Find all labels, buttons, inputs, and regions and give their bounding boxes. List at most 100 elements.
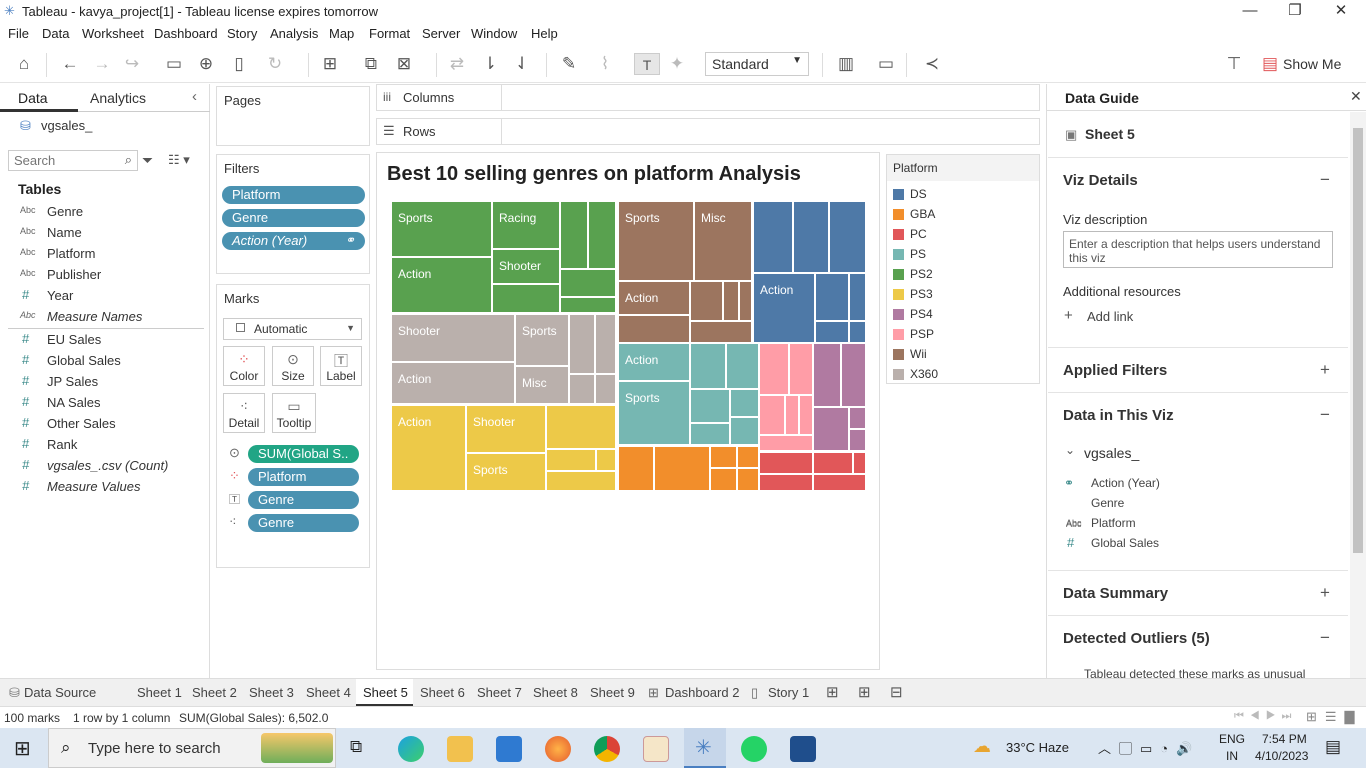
close-button[interactable]: ✕ xyxy=(1318,0,1364,23)
menu-format[interactable]: Format xyxy=(369,26,410,41)
treemap-cell[interactable] xyxy=(737,446,759,468)
size-button[interactable]: ⊙ Size xyxy=(272,346,314,386)
menu-file[interactable]: File xyxy=(8,26,29,41)
treemap-cell[interactable] xyxy=(618,315,690,343)
view-options-icon[interactable]: ☷ ▾ xyxy=(168,152,190,168)
filter-pill-action-year[interactable]: Action (Year) ⚭ xyxy=(222,232,365,250)
treemap-cell[interactable] xyxy=(560,269,616,297)
marks-pill-genre-label[interactable]: Genre xyxy=(248,491,359,509)
treemap-cell[interactable] xyxy=(690,343,726,389)
tab-sheet-6[interactable]: Sheet 6 xyxy=(420,685,465,700)
treemap-cell[interactable] xyxy=(546,405,616,449)
tooltip-button[interactable]: ▭ Tooltip xyxy=(272,393,316,433)
treemap-cell[interactable] xyxy=(730,417,759,445)
notifications-icon[interactable]: ▤ xyxy=(1325,737,1341,757)
file-explorer-icon[interactable] xyxy=(447,736,473,762)
filter-pill-platform[interactable]: Platform xyxy=(222,186,365,204)
treemap-cell[interactable] xyxy=(841,343,866,407)
viz-details-header[interactable]: Viz Details xyxy=(1063,172,1138,189)
field-platform[interactable]: Abc Platform xyxy=(0,244,200,265)
sheet-navigation-icons[interactable]: ⏮◀▶⏭ xyxy=(1234,710,1297,723)
treemap-cell[interactable] xyxy=(759,435,813,451)
treemap-cell[interactable]: Shooter xyxy=(466,405,546,453)
home-icon[interactable]: ⌂ xyxy=(12,53,36,75)
treemap-cell[interactable] xyxy=(829,201,866,273)
fix-axes-icon[interactable]: ✦ xyxy=(666,53,688,75)
treemap-cell[interactable] xyxy=(730,389,759,417)
field-rank[interactable]: # Rank xyxy=(0,435,200,456)
treemap-cell[interactable] xyxy=(690,423,730,445)
field-publisher[interactable]: Abc Publisher xyxy=(0,265,200,286)
columns-shelf[interactable]: iii Columns xyxy=(376,84,1040,111)
field-year[interactable]: # Year xyxy=(0,286,200,307)
menu-server[interactable]: Server xyxy=(422,26,460,41)
treemap-cell[interactable] xyxy=(853,452,866,474)
marks-pill-genre-detail[interactable]: Genre xyxy=(248,514,359,532)
app-emblem-icon[interactable] xyxy=(643,736,669,762)
edge-icon[interactable] xyxy=(398,736,424,762)
label-button[interactable]: 🅃 Label xyxy=(320,346,362,386)
treemap-cell[interactable] xyxy=(813,343,841,407)
sort-descending-icon[interactable]: ⇃ xyxy=(511,53,533,75)
data-guide-icon[interactable]: ⊤ xyxy=(1222,53,1246,75)
field-other-sales[interactable]: # Other Sales xyxy=(0,414,200,435)
tab-sheet-4[interactable]: Sheet 4 xyxy=(306,685,351,700)
datasource-name[interactable]: vgsales_ xyxy=(41,118,92,133)
refresh-icon[interactable]: ↻ xyxy=(264,53,286,75)
filter-icon[interactable]: ⏷ xyxy=(142,152,153,169)
field-jp-sales[interactable]: # JP Sales xyxy=(0,372,200,393)
firefox-icon[interactable] xyxy=(545,736,571,762)
treemap-cell[interactable] xyxy=(690,281,723,321)
treemap-cell[interactable]: Sports xyxy=(515,314,569,366)
collapse-icon[interactable]: − xyxy=(1320,405,1330,425)
guide-scrollbar[interactable] xyxy=(1350,112,1366,678)
treemap-cell[interactable] xyxy=(815,321,849,343)
treemap-cell[interactable]: Shooter xyxy=(492,249,560,284)
treemap-cell[interactable]: Action xyxy=(618,281,690,315)
chrome-icon[interactable] xyxy=(594,736,620,762)
treemap-cell[interactable]: Misc xyxy=(515,366,569,404)
menu-worksheet[interactable]: Worksheet xyxy=(82,26,144,41)
tab-story-1[interactable]: Story 1 xyxy=(768,685,809,700)
field-na-sales[interactable]: # NA Sales xyxy=(0,393,200,414)
menu-data[interactable]: Data xyxy=(42,26,69,41)
treemap-cell[interactable]: Sports xyxy=(391,201,492,257)
tab-dashboard-2[interactable]: Dashboard 2 xyxy=(665,685,739,700)
treemap-cell[interactable] xyxy=(813,407,849,451)
minimize-button[interactable]: — xyxy=(1227,0,1273,23)
marks-pill-sum-global-sales[interactable]: SUM(Global S.. xyxy=(248,445,359,463)
treemap-cell[interactable] xyxy=(546,449,596,471)
tab-sheet-8[interactable]: Sheet 8 xyxy=(533,685,578,700)
treemap-cell[interactable] xyxy=(739,281,752,321)
treemap-cell[interactable] xyxy=(588,201,616,269)
treemap-cell[interactable] xyxy=(759,343,789,395)
new-story-icon[interactable]: ⊟ xyxy=(890,683,903,701)
applied-filters-header[interactable]: Applied Filters xyxy=(1063,362,1167,379)
whatsapp-icon[interactable] xyxy=(741,736,767,762)
treemap-cell[interactable] xyxy=(789,343,813,395)
restore-button[interactable]: ❐ xyxy=(1272,0,1318,23)
filter-pill-genre[interactable]: Genre xyxy=(222,209,365,227)
treemap-cell[interactable] xyxy=(849,429,866,451)
swap-icon[interactable]: ⇄ xyxy=(446,53,468,75)
treemap-cell[interactable] xyxy=(726,343,759,389)
taskbar-search[interactable]: ⌕ Type here to search xyxy=(48,728,336,768)
tab-sheet-7[interactable]: Sheet 7 xyxy=(477,685,522,700)
chevron-down-icon[interactable]: ⌄ xyxy=(1065,443,1075,457)
treemap-cell[interactable]: Sports xyxy=(618,381,690,445)
new-worksheet-icon[interactable]: ⊞ xyxy=(826,683,839,701)
system-tray-icons[interactable]: ︿▢▭◔🔊 xyxy=(1098,738,1200,757)
new-dashboard-icon[interactable]: ⊞ xyxy=(858,683,871,701)
color-button[interactable]: ⁘ Color xyxy=(223,346,265,386)
undo-icon[interactable]: ← xyxy=(58,53,82,75)
presentation-icon[interactable]: ▭ xyxy=(874,53,898,75)
field-measure-values[interactable]: # Measure Values xyxy=(0,477,200,498)
tab-analytics[interactable]: Analytics xyxy=(90,90,146,106)
treemap-cell[interactable] xyxy=(849,407,866,429)
field-global-sales[interactable]: # Global Sales xyxy=(0,351,200,372)
collapse-icon[interactable]: ‹ xyxy=(192,88,197,105)
treemap-cell[interactable] xyxy=(569,314,595,374)
treemap-cell[interactable]: Action xyxy=(391,362,515,404)
treemap-cell[interactable] xyxy=(759,452,813,474)
treemap-cell[interactable] xyxy=(813,474,866,491)
